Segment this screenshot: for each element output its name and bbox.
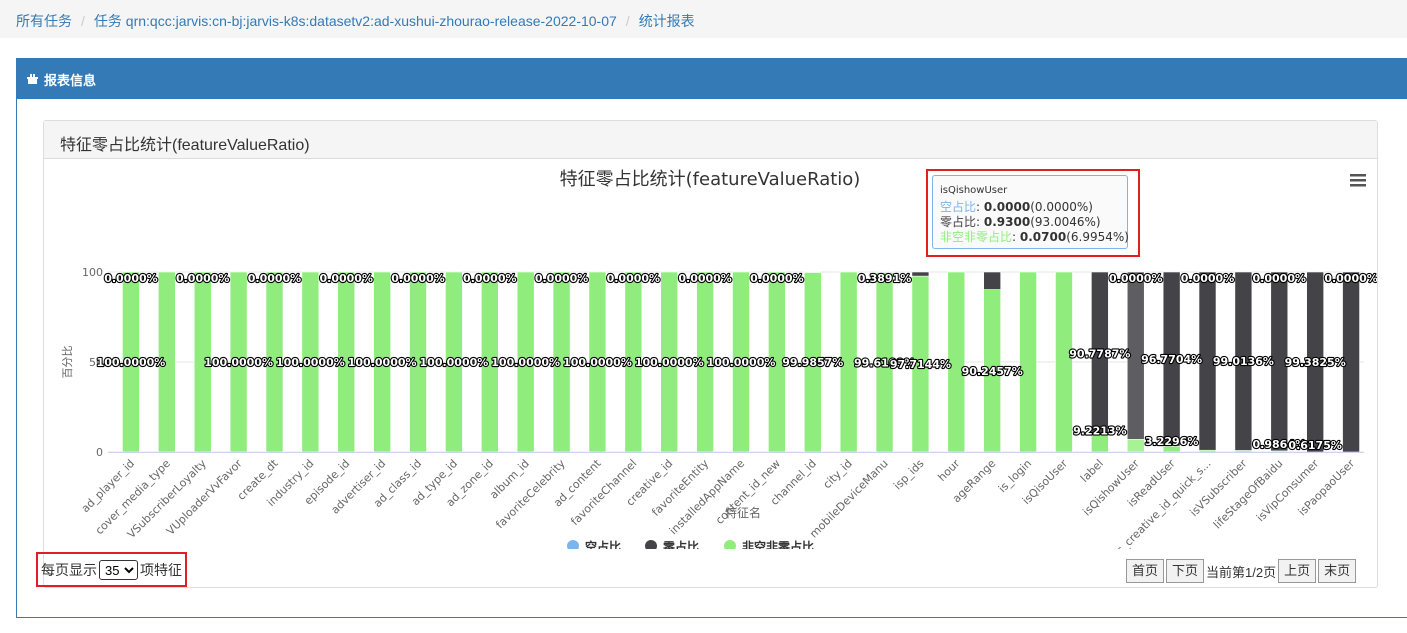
data-label: 100.0000% [420,356,489,369]
chart-container: 特征零占比统计(featureValueRatio) 0 50 100 百分比 ad_pl… [44,159,1377,549]
data-label: 9.2213% [1073,424,1126,437]
panel-heading: 报表信息 [17,59,1407,99]
data-label: 0.0000% [678,272,731,285]
legend-marker [567,540,579,549]
data-label: 100.0000% [635,356,704,369]
y-tick-label: 100 [82,266,103,279]
legend-marker [724,540,736,549]
data-label: 0.0000% [1253,272,1306,285]
legend-marker [645,540,657,549]
data-label: 100.0000% [348,356,417,369]
bar-is_login-非空非零占比 [1019,271,1037,453]
tooltip-row-null: 空占比: 0.0000(0.0000%) [940,200,1093,214]
legend-label: 非空非零占比 [742,539,814,549]
legend-label: 零占比 [662,539,699,549]
chart-title: 特征零占比统计(featureValueRatio) [560,169,861,190]
x-tick-label: hour [935,457,962,484]
breadcrumb: 所有任务 / 任务 qrn:qcc:jarvis:cn-bj:jarvis-k8s:… [0,0,1407,38]
data-label: 0.3891% [858,272,911,285]
bar-isQishowUser-非空非零占比 [1126,439,1145,453]
chart-tooltip: isQishowUser 空占比: 0.0000(0.0000%) 零占比: 0… [932,175,1129,249]
bar-isQisoUser-非空非零占比 [1055,271,1073,453]
data-label: 0.0000% [607,272,660,285]
data-label: 100.0000% [491,356,560,369]
data-label: 100.0000% [97,356,166,369]
data-label: 100.0000% [276,356,345,369]
inner-panel-title: 特征零占比统计(featureValueRatio) [44,121,1377,159]
legend-item-非空非零占比[interactable]: 非空非零占比 [724,539,814,549]
breadcrumb-separator: / [625,13,630,29]
report-info-panel: 报表信息 特征零占比统计(featureValueRatio) 特征零占比统计(… [16,58,1407,618]
x-tick-label: favoriteChannel [568,457,639,528]
tooltip-row-zero: 零占比: 0.9300(93.0046%) [940,215,1101,229]
panel-title: 报表信息 [44,72,97,88]
feature-ratio-chart: 特征零占比统计(featureValueRatio)050100百分比ad_pl… [61,169,1377,549]
page-size-select[interactable]: 35 [99,560,138,580]
data-label: 100.0000% [707,356,776,369]
page-size-suffix: 项特征 [140,562,182,578]
data-label: 3.2296% [1145,435,1198,448]
x-tick-label: label [1078,457,1106,485]
data-label: 90.7787% [1069,348,1130,361]
page-status: 当前第1/2页 [1206,564,1277,580]
data-label: 0.0000% [320,272,373,285]
data-label: 99.3825% [1285,356,1346,369]
data-label: 0.0000% [1324,272,1377,285]
last-page-button[interactable]: 末页 [1318,559,1357,583]
legend-item-空占比[interactable]: 空占比 [567,539,621,549]
next-page-button[interactable]: 下页 [1166,559,1205,583]
data-label: 0.0000% [1109,272,1162,285]
data-label: 0.0000% [248,272,301,285]
pagination: 首页 下页 当前第1/2页 上页 末页 [1126,559,1358,583]
first-page-button[interactable]: 首页 [1126,559,1165,583]
data-label: 0.0000% [176,272,229,285]
tooltip-title: isQishowUser [940,185,1008,196]
data-label: 100.0000% [563,356,632,369]
data-label: 0.0000% [391,272,444,285]
data-label: 99.0136% [1213,355,1274,368]
x-tick-label: isp_ids [891,457,927,493]
bar-label-非空非零占比 [1091,435,1109,453]
feature-ratio-panel: 特征零占比统计(featureValueRatio) 特征零占比统计(featu… [43,120,1378,588]
data-label: 90.2457% [962,365,1023,378]
data-label: 97.7144% [890,358,951,371]
data-label: 0.6175% [1288,439,1341,452]
data-label: 99.9857% [782,356,843,369]
y-axis-label: 百分比 [61,346,74,379]
data-label: 0.0000% [1181,272,1234,285]
bar-ageRange-零占比 [983,271,1002,290]
data-label: 0.0000% [535,272,588,285]
data-label: 0.0000% [463,272,516,285]
y-tick-label: 0 [96,446,103,459]
data-label: 96.7704% [1141,353,1202,366]
breadcrumb-all-tasks[interactable]: 所有任务 [16,13,72,29]
x-axis-label: 特征名 [725,505,761,520]
gift-icon [27,74,38,84]
data-label: 0.0000% [750,272,803,285]
tooltip-row-nonzero: 非空非零占比: 0.0700(6.9954%) [940,230,1129,244]
legend-item-零占比[interactable]: 零占比 [645,539,699,549]
chart-menu-icon[interactable] [1350,174,1366,187]
breadcrumb-separator: / [81,13,85,29]
breadcrumb-task[interactable]: 任务 qrn:qcc:jarvis:cn-bj:jarvis-k8s:datas… [94,13,617,29]
bar-isp_ids-零占比 [911,271,930,277]
page-size-prefix: 每页显示 [41,562,97,578]
page-size-control: 每页显示 35 项特征 [41,560,182,580]
legend-label: 空占比 [585,539,621,549]
x-tick-label: isVipConsumer [1254,457,1322,525]
breadcrumb-current: 统计报表 [638,13,695,29]
data-label: 0.0000% [104,272,157,285]
prev-page-button[interactable]: 上页 [1278,559,1317,583]
x-tick-label: city_id [821,457,855,491]
bar-channel_id-零占比 [803,271,822,273]
data-label: 100.0000% [204,356,273,369]
